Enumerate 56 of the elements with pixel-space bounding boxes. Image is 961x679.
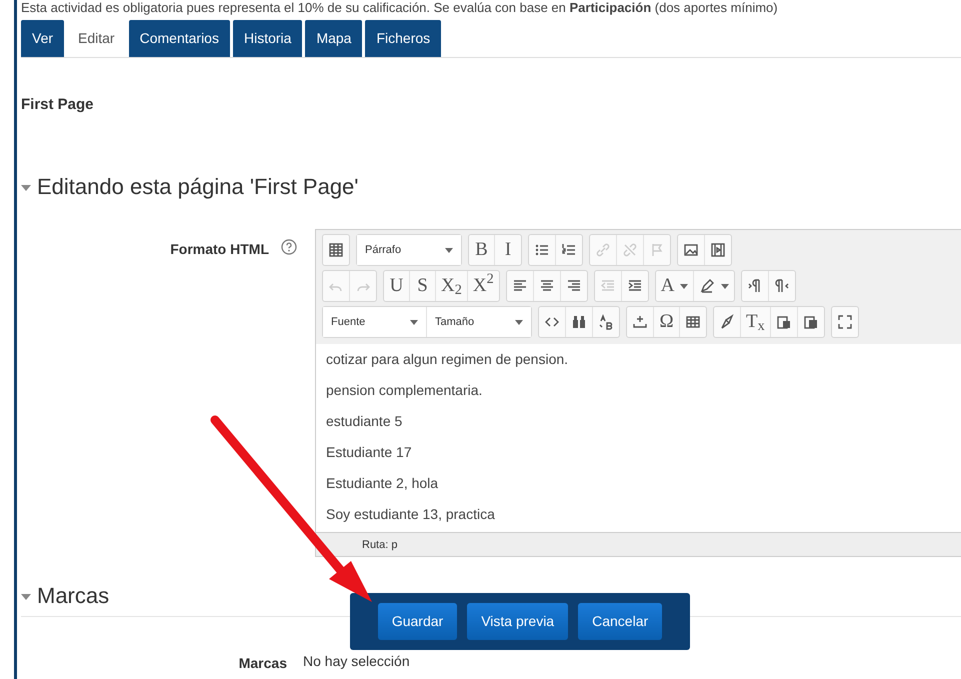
text-line: Estudiante 2, hola [326, 474, 440, 493]
dropdown-caret-icon [721, 284, 730, 288]
fullscreen-icon [836, 314, 853, 330]
notice-text: Esta actividad es obligatoria pues representa el 10% de su calificación. Se evalúa con base en Participación (dos aportes mínimo) [21, 0, 779, 16]
caret-icon[interactable] [21, 593, 31, 602]
format-dropdown[interactable]: Párrafo [357, 235, 461, 265]
section-heading: Marcas [37, 582, 110, 610]
page-title: First Page [21, 96, 95, 114]
toolbar-button[interactable]: B [469, 235, 495, 265]
text-line: estudiante 5 [326, 412, 404, 431]
replace-icon [598, 314, 614, 330]
tab[interactable]: Mapa [305, 20, 362, 57]
field-label: Formato HTML [169, 240, 269, 259]
binoculars-icon [571, 314, 587, 330]
link-icon [595, 242, 611, 258]
text-line: pension complementaria. [326, 381, 484, 400]
action-button[interactable]: Cancelar [578, 603, 662, 640]
toolbar-button[interactable]: U [384, 271, 410, 301]
tab[interactable]: Comentarios [128, 20, 230, 57]
action-button[interactable]: Guardar [378, 603, 458, 640]
tab[interactable]: Historia [232, 20, 302, 57]
dropdown-caret-icon [410, 320, 418, 324]
dropdown-caret-icon [445, 248, 453, 252]
toolbar-button[interactable]: X$_{2}$ [436, 271, 468, 301]
image-icon [683, 242, 699, 258]
clipboard-icon [776, 314, 792, 330]
media-icon [710, 242, 726, 258]
section-heading: Editando esta página 'First Page' [37, 173, 358, 201]
grid-icon [328, 242, 344, 258]
unlink-icon [622, 242, 638, 258]
action-button[interactable]: Vista previa [467, 603, 568, 640]
field-label: Marcas [238, 654, 288, 673]
table-icon [685, 314, 701, 330]
format-dropdown[interactable]: Fuente [323, 307, 427, 337]
brush-icon [719, 314, 735, 330]
text-line: Estudiante 17 [326, 443, 413, 462]
dropdown-caret-icon [680, 284, 688, 288]
rich-text-editor[interactable] [315, 229, 961, 557]
text-line: Soy estudiante 13, practica [326, 505, 496, 524]
tab[interactable]: Ver [21, 20, 64, 57]
toolbar-button[interactable]: S [410, 271, 436, 301]
toolbar-button[interactable]: I [495, 235, 521, 265]
tab[interactable]: Ficheros [365, 20, 442, 57]
help-icon[interactable] [281, 239, 297, 255]
clipboard-icon [802, 314, 819, 330]
field-value: No hay selección [303, 652, 410, 671]
caret-icon[interactable] [21, 184, 31, 192]
dropdown-caret-icon [515, 320, 523, 324]
format-dropdown[interactable]: Tamaño [427, 307, 531, 337]
text-line: cotizar para algun regimen de pension. [326, 350, 570, 369]
highlighter-icon [699, 278, 716, 294]
element-path: Ruta: p [316, 532, 961, 556]
toolbar-button[interactable]: X$^{2}$ [468, 271, 499, 301]
bullet-list-icon [534, 242, 550, 258]
horizontal-rule-icon [632, 314, 648, 330]
paragraph-rtl-icon [774, 278, 790, 294]
